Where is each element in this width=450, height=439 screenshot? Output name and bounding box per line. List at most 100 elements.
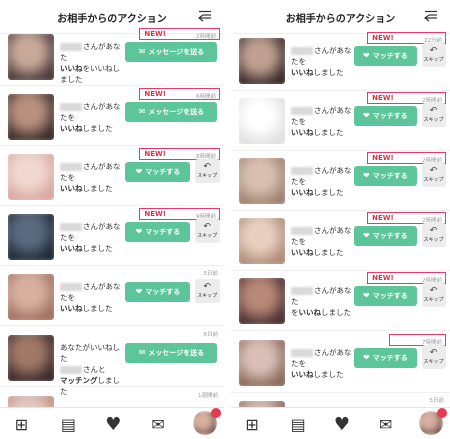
activity-text: さんがあなたをいいねしました: [291, 45, 357, 78]
list-item: NEW! 9時間前 さんがあなたを いいねしました ❤ マッチする ↶ スキップ: [0, 206, 224, 266]
notification-badge: [210, 408, 221, 418]
avatar[interactable]: [8, 214, 54, 260]
undo-arrow-icon: ↶: [429, 348, 438, 358]
user-name-blurred: [60, 283, 82, 291]
list-item: 7時間前 さんがあなたを いいねしました ❤ マッチする ↶ スキップ: [231, 332, 450, 393]
avatar-image: [239, 98, 285, 144]
undo-arrow-icon: ↶: [429, 106, 438, 116]
avatar-image: [239, 340, 285, 386]
skip-button[interactable]: ↶ スキップ: [421, 163, 446, 187]
activity-line-2-text: しました: [313, 188, 344, 197]
match-button[interactable]: ❤ マッチする: [353, 348, 418, 368]
activity-line-1-text: さんと: [83, 365, 106, 374]
double-heart-icon: ❤: [135, 287, 143, 296]
avatar[interactable]: [239, 340, 285, 386]
send-message-button[interactable]: ✉ メッセージを送る: [125, 42, 218, 62]
activity-keyword: いいね: [291, 68, 314, 77]
skip-button[interactable]: ↶ スキップ: [194, 279, 220, 303]
activity-keyword: いいね: [291, 370, 314, 379]
activity-text: さんがあなたをいいねしました: [60, 161, 126, 194]
match-label: マッチする: [372, 112, 408, 120]
profile-card-icon[interactable]: ▤: [60, 415, 76, 434]
match-label: マッチする: [372, 354, 408, 362]
avatar-image: [8, 154, 54, 200]
timestamp: 6時間前: [196, 93, 216, 100]
avatar[interactable]: [8, 34, 54, 80]
activity-line-1: さんがあなたを: [291, 105, 357, 127]
new-badge: NEW!: [372, 214, 394, 222]
heart-icon[interactable]: ♥: [105, 414, 121, 435]
new-badge: NEW!: [372, 274, 394, 282]
user-name-blurred: [60, 103, 82, 111]
heart-icon[interactable]: ♥: [334, 414, 350, 435]
match-label: マッチする: [372, 172, 408, 180]
avatar-image: [239, 158, 285, 204]
grid-icon[interactable]: ⊞: [244, 415, 260, 434]
avatar[interactable]: [8, 274, 54, 320]
activity-text: さんがあなた いいねをいいねしました: [60, 41, 126, 85]
list-item: NEW!2時間前さんがあなたをいいねしました❤マッチする↶スキップ: [231, 270, 450, 331]
avatar[interactable]: [8, 335, 54, 381]
match-button[interactable]: ❤ マッチする: [353, 286, 418, 306]
avatar[interactable]: [239, 38, 285, 84]
activity-line-2: いいねをいいねしました: [60, 63, 126, 85]
skip-label: スキップ: [423, 359, 444, 365]
list-item: 6日前 あなたがいいねした さんと マッチングしました ✉ メッセージを送る: [0, 327, 224, 396]
match-label: マッチする: [372, 232, 408, 240]
avatar[interactable]: [239, 158, 285, 204]
undo-arrow-icon: ↶: [203, 162, 211, 172]
avatar[interactable]: [239, 98, 285, 144]
new-badge: NEW!: [144, 90, 166, 98]
skip-button[interactable]: ↶ スキップ: [421, 223, 446, 247]
avatar[interactable]: [8, 94, 54, 140]
mail-icon: ✉: [138, 107, 146, 116]
activity-line-1: あなたがいいねした さんと: [60, 342, 126, 375]
match-button[interactable]: ❤ マッチする: [353, 226, 418, 246]
user-name-blurred: [291, 47, 313, 55]
activity-keyword: いいね: [60, 64, 83, 73]
match-button[interactable]: ❤ マッチする: [353, 106, 418, 126]
skip-button[interactable]: ↶ スキップ: [421, 103, 446, 127]
activity-text: さんがあなたをいいねしました: [291, 165, 357, 198]
filter-back-icon[interactable]: [424, 10, 438, 23]
avatar[interactable]: [8, 154, 54, 200]
list-item: 5日前 さんがあなたを いいねしました ❤ マッチする ↶ スキップ: [0, 266, 224, 326]
avatar-image: [239, 278, 285, 324]
grid-icon[interactable]: ⊞: [13, 415, 29, 434]
skip-button[interactable]: ↶ スキップ: [421, 283, 446, 307]
mail-icon[interactable]: ✉: [150, 415, 166, 434]
user-name-blurred: [60, 366, 82, 374]
new-badge: NEW!: [372, 34, 394, 42]
send-message-button[interactable]: ✉ メッセージを送る: [125, 343, 218, 363]
notification-badge: [437, 408, 448, 418]
user-name-blurred: [291, 349, 313, 357]
avatar[interactable]: [239, 218, 285, 264]
profile-card-icon[interactable]: ▤: [290, 415, 306, 434]
activity-line-1: さんがあなた: [60, 41, 126, 63]
list-item: NEW! 22分前 さんがあなたを いいねしました ❤ マッチする ↶ スキップ: [231, 30, 450, 91]
match-button[interactable]: ❤ マッチする: [353, 166, 418, 186]
avatar[interactable]: [239, 278, 285, 324]
activity-text: さんがあなたをいいねしました: [60, 101, 126, 134]
avatar-image: [239, 38, 285, 84]
skip-label: スキップ: [197, 233, 218, 239]
match-label: マッチする: [145, 288, 181, 296]
filter-back-icon[interactable]: [198, 10, 212, 23]
skip-button[interactable]: ↶ スキップ: [194, 159, 220, 183]
activity-line-1: さんがあなたを: [60, 221, 126, 243]
match-button[interactable]: ❤ マッチする: [125, 222, 191, 242]
match-button[interactable]: ❤ マッチする: [125, 162, 191, 182]
skip-label: スキップ: [423, 297, 444, 303]
mail-icon[interactable]: ✉: [378, 415, 394, 434]
activity-line-2: いいねしました: [291, 67, 357, 78]
match-button[interactable]: ❤ マッチする: [125, 282, 191, 302]
skip-button[interactable]: ↶ スキップ: [421, 345, 446, 369]
activity-text: さんがあなたをいいねしました: [60, 281, 126, 314]
skip-button[interactable]: ↶ スキップ: [421, 43, 446, 67]
send-message-button[interactable]: ✉ メッセージを送る: [125, 102, 218, 122]
double-heart-icon: ❤: [363, 111, 370, 120]
match-button[interactable]: ❤ マッチする: [353, 46, 418, 66]
activity-keyword: いいね: [291, 128, 314, 137]
right-screen: お相手からのアクション NEW! 22分前 さんがあなたを いいねしました ❤ マッチする…: [231, 0, 450, 439]
skip-button[interactable]: ↶ スキップ: [194, 219, 220, 243]
